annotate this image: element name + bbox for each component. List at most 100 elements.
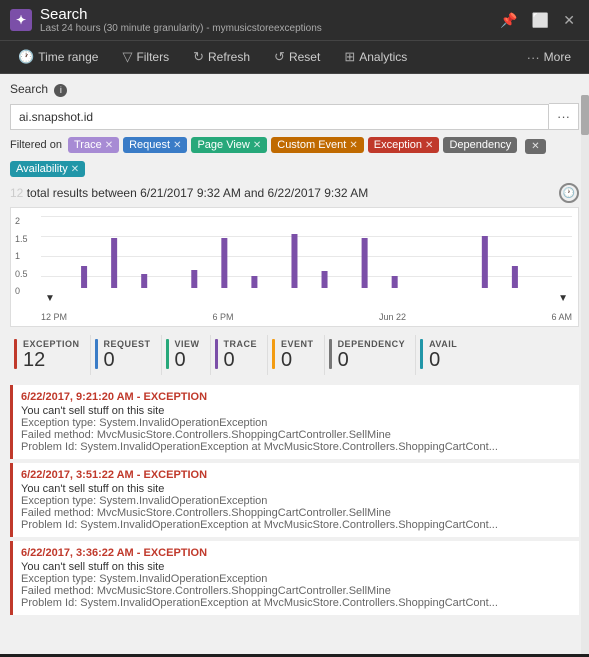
maximize-icon[interactable]: ⬜: [528, 10, 553, 31]
remove-dependency-icon[interactable]: ✕: [531, 141, 539, 152]
filter-tag-exception[interactable]: Exception ✕: [368, 137, 440, 153]
search-bar: Search i: [10, 82, 579, 97]
results-summary: 12 total results between 6/21/2017 9:32 …: [10, 183, 579, 203]
title-bar: ✦ Search Last 24 hours (30 minute granul…: [0, 0, 589, 41]
filter-tag-request[interactable]: Request ✕: [123, 137, 187, 153]
exception-color-bar: [14, 339, 17, 369]
info-icon[interactable]: i: [54, 84, 67, 97]
remove-custom-icon[interactable]: ✕: [349, 140, 357, 151]
result-method-3: Failed method: MvcMusicStore.Controllers…: [21, 585, 571, 597]
remove-exception-icon[interactable]: ✕: [425, 140, 433, 151]
request-value: 0: [104, 349, 151, 371]
grid-icon: ⊞: [344, 49, 355, 65]
history-icon[interactable]: 🕐: [559, 183, 579, 203]
result-message-2: You can't sell stuff on this site: [21, 483, 571, 495]
filter-tag-trace[interactable]: Trace ✕: [68, 137, 119, 153]
view-color-bar: [166, 339, 169, 369]
view-label: VIEW: [175, 339, 200, 349]
more-button[interactable]: ··· More: [517, 46, 581, 69]
close-icon[interactable]: ✕: [559, 10, 579, 31]
analytics-button[interactable]: ⊞ Analytics: [334, 45, 417, 69]
avail-color-bar: [420, 339, 423, 369]
metrics-row: EXCEPTION 12 REQUEST 0 VIEW 0: [10, 335, 579, 375]
result-method-2: Failed method: MvcMusicStore.Controllers…: [21, 507, 571, 519]
metric-request[interactable]: REQUEST 0: [91, 335, 162, 375]
result-item-1[interactable]: 6/22/2017, 9:21:20 AM - EXCEPTION You ca…: [10, 385, 579, 459]
trace-color-bar: [215, 339, 218, 369]
remove-pageview-icon[interactable]: ✕: [253, 140, 261, 151]
event-color-bar: [272, 339, 275, 369]
filter-icon: ▽: [122, 49, 132, 65]
results-count-block: 12 total results between 6/21/2017 9:32 …: [10, 186, 368, 200]
search-input[interactable]: [10, 104, 549, 130]
metric-event[interactable]: EVENT 0: [268, 335, 325, 375]
results-summary-text: total results between 6/21/2017 9:32 AM …: [27, 186, 369, 200]
time-range-button[interactable]: 🕐 Time range: [8, 45, 108, 69]
chart-x-axis: 12 PM 6 PM Jun 22 6 AM: [41, 312, 572, 322]
refresh-icon: ↻: [193, 49, 204, 65]
metric-exception[interactable]: EXCEPTION 12: [10, 335, 91, 375]
result-header-1: 6/22/2017, 9:21:20 AM - EXCEPTION: [21, 391, 571, 403]
result-type-3: Exception type: System.InvalidOperationE…: [21, 573, 571, 585]
filter-tag-custom[interactable]: Custom Event ✕: [271, 137, 363, 153]
event-value: 0: [281, 349, 314, 371]
toolbar: 🕐 Time range ▽ Filters ↻ Refresh ↺ Reset…: [0, 41, 589, 74]
metric-trace[interactable]: TRACE 0: [211, 335, 269, 375]
scrollbar-track: [581, 95, 589, 654]
result-item-3[interactable]: 6/22/2017, 3:36:22 AM - EXCEPTION You ca…: [10, 541, 579, 615]
remove-request-icon[interactable]: ✕: [173, 140, 181, 151]
result-message-3: You can't sell stuff on this site: [21, 561, 571, 573]
filters-button[interactable]: ▽ Filters: [112, 45, 179, 69]
filter-tag-dependency-x[interactable]: ✕: [525, 139, 545, 154]
result-problem-1: Problem Id: System.InvalidOperationExcep…: [21, 441, 571, 453]
trace-value: 0: [224, 349, 258, 371]
x-label-6pm: 6 PM: [212, 312, 233, 322]
chart-y-axis: 2 1.5 1 0.5 0: [15, 216, 28, 296]
result-problem-3: Problem Id: System.InvalidOperationExcep…: [21, 597, 571, 609]
request-label: REQUEST: [104, 339, 151, 349]
trace-label: TRACE: [224, 339, 258, 349]
avail-label: AVAIL: [429, 339, 457, 349]
result-problem-2: Problem Id: System.InvalidOperationExcep…: [21, 519, 571, 531]
search-options-button[interactable]: ···: [549, 103, 579, 130]
reset-button[interactable]: ↺ Reset: [264, 45, 330, 69]
x-label-jun22: Jun 22: [379, 312, 406, 322]
remove-trace-icon[interactable]: ✕: [105, 140, 113, 151]
result-header-2: 6/22/2017, 3:51:22 AM - EXCEPTION: [21, 469, 571, 481]
reset-icon: ↺: [274, 49, 285, 65]
result-method-1: Failed method: MvcMusicStore.Controllers…: [21, 429, 571, 441]
filtered-on-label: Filtered on: [10, 139, 62, 151]
window-subtitle: Last 24 hours (30 minute granularity) - …: [40, 23, 322, 34]
clock-icon: 🕐: [18, 49, 34, 65]
filter-tag-availability[interactable]: Availability ✕: [10, 161, 85, 177]
result-type-2: Exception type: System.InvalidOperationE…: [21, 495, 571, 507]
search-input-row: ···: [10, 103, 579, 130]
refresh-button[interactable]: ↻ Refresh: [183, 45, 260, 69]
metric-view[interactable]: VIEW 0: [162, 335, 211, 375]
x-label-6am: 6 AM: [551, 312, 572, 322]
metric-dependency[interactable]: DEPENDENCY 0: [325, 335, 417, 375]
filter-tag-dependency[interactable]: Dependency: [443, 137, 517, 153]
content-area: Search i ··· Filtered on Trace ✕ Request…: [0, 74, 589, 654]
filter-row: Filtered on Trace ✕ Request ✕ Page View …: [10, 136, 579, 177]
scrollbar-thumb[interactable]: [581, 95, 589, 135]
avail-value: 0: [429, 349, 457, 371]
result-item-2[interactable]: 6/22/2017, 3:51:22 AM - EXCEPTION You ca…: [10, 463, 579, 537]
exception-value: 12: [23, 349, 80, 371]
pin-icon[interactable]: 📌: [496, 10, 521, 31]
event-label: EVENT: [281, 339, 314, 349]
view-value: 0: [175, 349, 200, 371]
exception-label: EXCEPTION: [23, 339, 80, 349]
search-label: Search i: [10, 82, 67, 97]
metric-avail[interactable]: AVAIL 0: [416, 335, 467, 375]
remove-availability-icon[interactable]: ✕: [71, 164, 79, 175]
result-header-3: 6/22/2017, 3:36:22 AM - EXCEPTION: [21, 547, 571, 559]
results-count: 12: [10, 186, 23, 200]
result-message-1: You can't sell stuff on this site: [21, 405, 571, 417]
filter-tag-pageview[interactable]: Page View ✕: [191, 137, 267, 153]
app-icon: ✦: [10, 9, 32, 31]
more-icon: ···: [527, 50, 540, 65]
request-color-bar: [95, 339, 98, 369]
window-title: Search: [40, 6, 322, 23]
dependency-value: 0: [338, 349, 406, 371]
